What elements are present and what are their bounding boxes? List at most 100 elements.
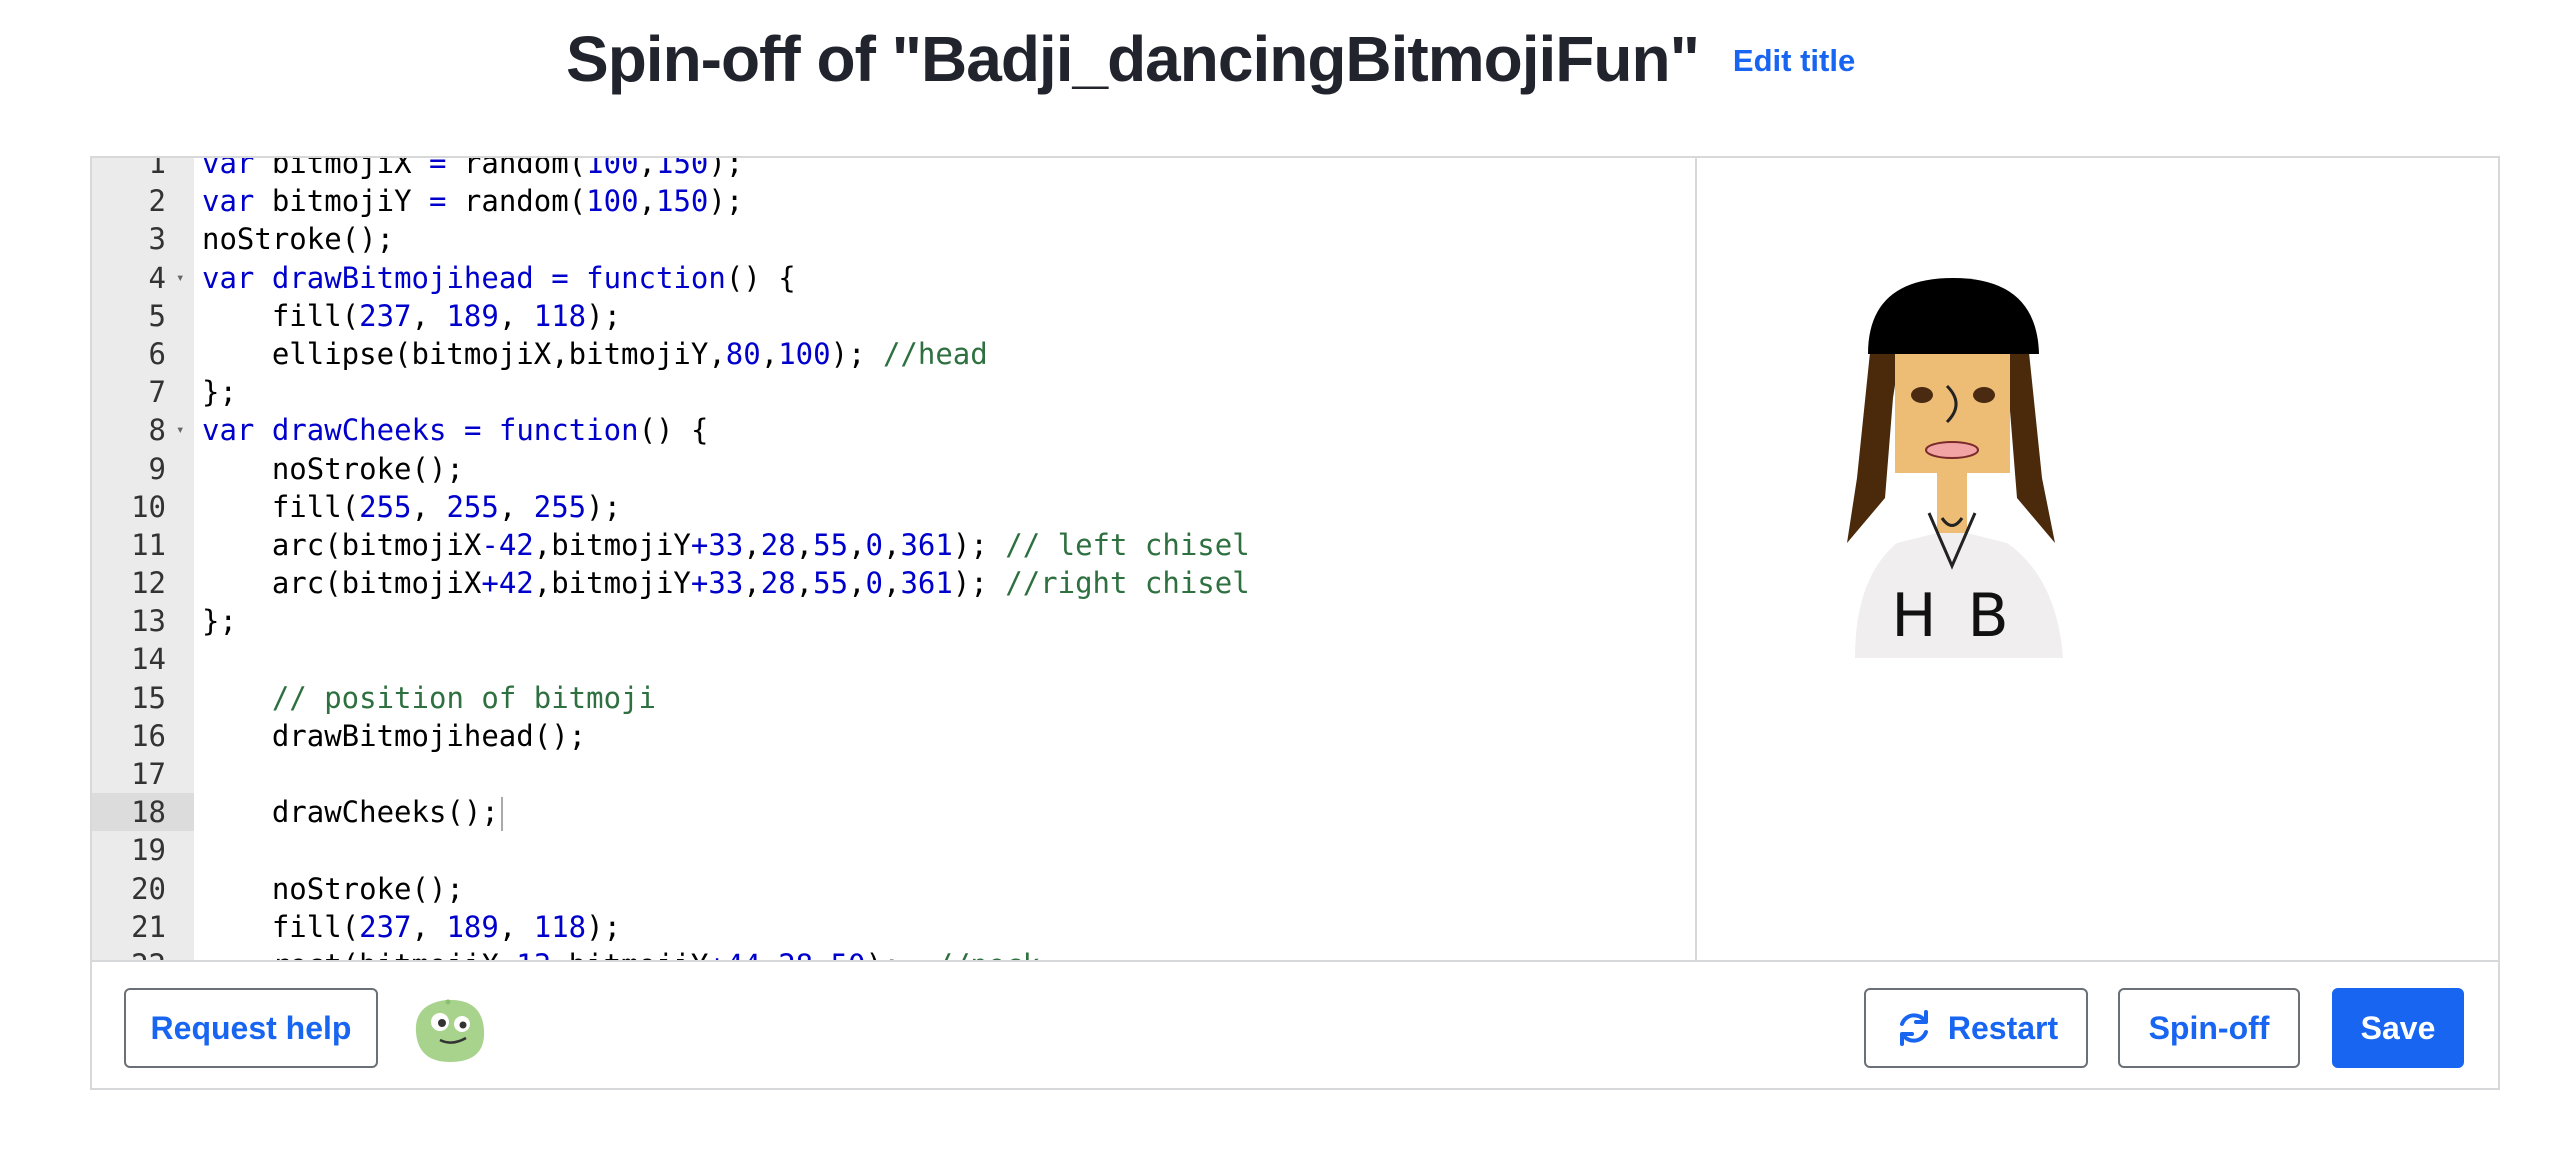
code-token: , bbox=[883, 527, 901, 562]
code-token: 0 bbox=[865, 527, 883, 562]
code-token: ); bbox=[708, 158, 744, 180]
code-token: 0 bbox=[865, 566, 883, 601]
code-line[interactable]: 18 drawCheeks(); bbox=[92, 793, 1695, 832]
code-token: }; bbox=[202, 375, 237, 410]
spin-off-button[interactable]: Spin-off bbox=[2118, 988, 2300, 1068]
code-line[interactable]: 7}; bbox=[92, 373, 1695, 411]
code-line[interactable]: 5 fill(237, 189, 118); bbox=[92, 297, 1695, 335]
code-token: , bbox=[883, 566, 901, 601]
code-token: ); bbox=[708, 184, 744, 219]
code-token: ); bbox=[586, 489, 622, 524]
code-line[interactable]: 2 var bitmojiY = random(100,150); bbox=[92, 182, 1695, 220]
code-token: ); bbox=[830, 336, 883, 371]
left-eye bbox=[1911, 387, 1933, 403]
line-number: 3 bbox=[148, 222, 166, 257]
fold-arrow-icon[interactable]: ▾ bbox=[176, 411, 190, 449]
code-text: fill(255, 255, 255); bbox=[202, 488, 621, 526]
code-token: var bbox=[202, 158, 255, 180]
code-token: 361 bbox=[900, 566, 953, 601]
code-line[interactable]: 15 // position of bitmoji bbox=[92, 679, 1695, 717]
code-token: = bbox=[429, 184, 447, 219]
code-token: 80 bbox=[725, 336, 761, 371]
line-number: 14 bbox=[131, 642, 166, 677]
code-token: 33 bbox=[708, 527, 744, 562]
line-number: 21 bbox=[131, 909, 166, 944]
code-line[interactable]: 19 bbox=[92, 831, 1695, 869]
code-line[interactable]: 21 fill(237, 189, 118); bbox=[92, 908, 1695, 946]
code-line[interactable]: 14 bbox=[92, 640, 1695, 678]
code-token: , bbox=[743, 566, 761, 601]
code-line[interactable]: 8 ▾ var drawCheeks = function() { bbox=[92, 411, 1695, 449]
code-text: arc(bitmojiX+42,bitmojiY+33,28,55,0,361)… bbox=[202, 564, 1250, 602]
code-token: = bbox=[551, 260, 569, 295]
code-line[interactable]: 16 drawBitmojihead(); bbox=[92, 717, 1695, 755]
code-token: fill( bbox=[202, 489, 360, 524]
code-token: // position of bitmoji bbox=[271, 680, 656, 715]
code-token: ,bitmojiY bbox=[551, 948, 708, 960]
code-token: 255 bbox=[533, 489, 587, 524]
code-token: 100 bbox=[586, 158, 639, 180]
line-number: 22 bbox=[92, 946, 194, 960]
line-number: 18 bbox=[92, 793, 194, 832]
code-token: random( bbox=[446, 184, 587, 219]
line-number: 20 bbox=[131, 871, 166, 906]
code-token: + bbox=[708, 948, 725, 960]
edit-title-link[interactable]: Edit title bbox=[1733, 43, 1855, 79]
code-token: 44 bbox=[726, 948, 761, 960]
request-help-button[interactable]: Request help bbox=[124, 988, 378, 1068]
hair-left bbox=[1847, 333, 1903, 543]
code-token: drawBitmojihead(); bbox=[202, 718, 587, 753]
code-token: 13 bbox=[516, 948, 551, 960]
code-token: rect(bitmojiX bbox=[202, 948, 499, 960]
code-line[interactable]: 4 ▾ var drawBitmojihead = function() { bbox=[92, 259, 1695, 297]
code-line[interactable]: 22 rect(bitmojiX-13,bitmojiY+44,28,50); … bbox=[92, 946, 1695, 960]
code-line[interactable]: 13}; bbox=[92, 602, 1695, 640]
code-editor[interactable]: 1 var bitmojiX = random(100,150); 2 var bit… bbox=[92, 158, 1695, 960]
code-token: ellipse(bitmojiX,bitmojiY, bbox=[202, 336, 726, 371]
code-token: () { bbox=[638, 413, 709, 448]
code-token: + bbox=[690, 566, 709, 601]
code-token: 55 bbox=[813, 527, 849, 562]
code-token: 118 bbox=[533, 298, 587, 333]
code-line[interactable]: 6 ellipse(bitmojiX,bitmojiY,80,100); //h… bbox=[92, 335, 1695, 373]
code-lines[interactable]: 1 var bitmojiX = random(100,150); 2 var bit… bbox=[92, 158, 1695, 960]
code-token: , bbox=[795, 566, 814, 601]
code-token: bitmojiX bbox=[254, 158, 429, 180]
code-line[interactable]: 10 fill(255, 255, 255); bbox=[92, 488, 1695, 526]
code-text: drawBitmojihead(); bbox=[202, 717, 586, 755]
header: Spin-off of "Badji_dancingBitmojiFun" Ed… bbox=[0, 0, 2568, 150]
code-line[interactable]: 3 noStroke(); bbox=[92, 220, 1695, 258]
code-line[interactable]: 11 arc(bitmojiX-42,bitmojiY+33,28,55,0,3… bbox=[92, 526, 1695, 564]
code-token: noStroke(); bbox=[202, 871, 464, 906]
line-number: 6 bbox=[148, 336, 166, 371]
save-button[interactable]: Save bbox=[2332, 988, 2464, 1068]
code-line[interactable]: 9 noStroke(); bbox=[92, 450, 1695, 488]
green-blob-avatar-icon[interactable] bbox=[410, 992, 488, 1064]
code-token: , bbox=[638, 158, 657, 180]
fold-arrow-icon[interactable]: ▾ bbox=[176, 259, 190, 297]
line-number: 1 bbox=[148, 158, 166, 180]
code-token: ,bitmojiY bbox=[533, 566, 691, 601]
shirt-text: H B bbox=[1891, 581, 2014, 651]
line-number: 2 bbox=[148, 184, 166, 219]
code-token: ); bbox=[586, 298, 622, 333]
code-line[interactable]: 1 var bitmojiX = random(100,150); bbox=[92, 158, 1695, 182]
code-token: 237 bbox=[359, 298, 412, 333]
output-canvas[interactable]: H B bbox=[1697, 158, 2498, 960]
code-token: 118 bbox=[533, 909, 587, 944]
line-number: 9 bbox=[148, 451, 166, 486]
code-line[interactable]: 12 arc(bitmojiX+42,bitmojiY+33,28,55,0,3… bbox=[92, 564, 1695, 602]
code-token: , bbox=[743, 527, 761, 562]
code-token: //head bbox=[882, 336, 988, 371]
code-line[interactable]: 17 bbox=[92, 755, 1695, 793]
text-caret bbox=[500, 797, 503, 832]
restart-button[interactable]: Restart bbox=[1864, 988, 2088, 1068]
code-text: fill(237, 189, 118); bbox=[202, 297, 621, 335]
code-token: 50 bbox=[831, 948, 866, 960]
line-number: 5 bbox=[148, 298, 166, 333]
code-token: var bbox=[202, 413, 255, 448]
code-token: ); bbox=[952, 566, 1006, 601]
code-token: noStroke(); bbox=[202, 222, 395, 257]
code-token: // left chisel bbox=[1005, 527, 1250, 562]
code-line[interactable]: 20 noStroke(); bbox=[92, 870, 1695, 908]
